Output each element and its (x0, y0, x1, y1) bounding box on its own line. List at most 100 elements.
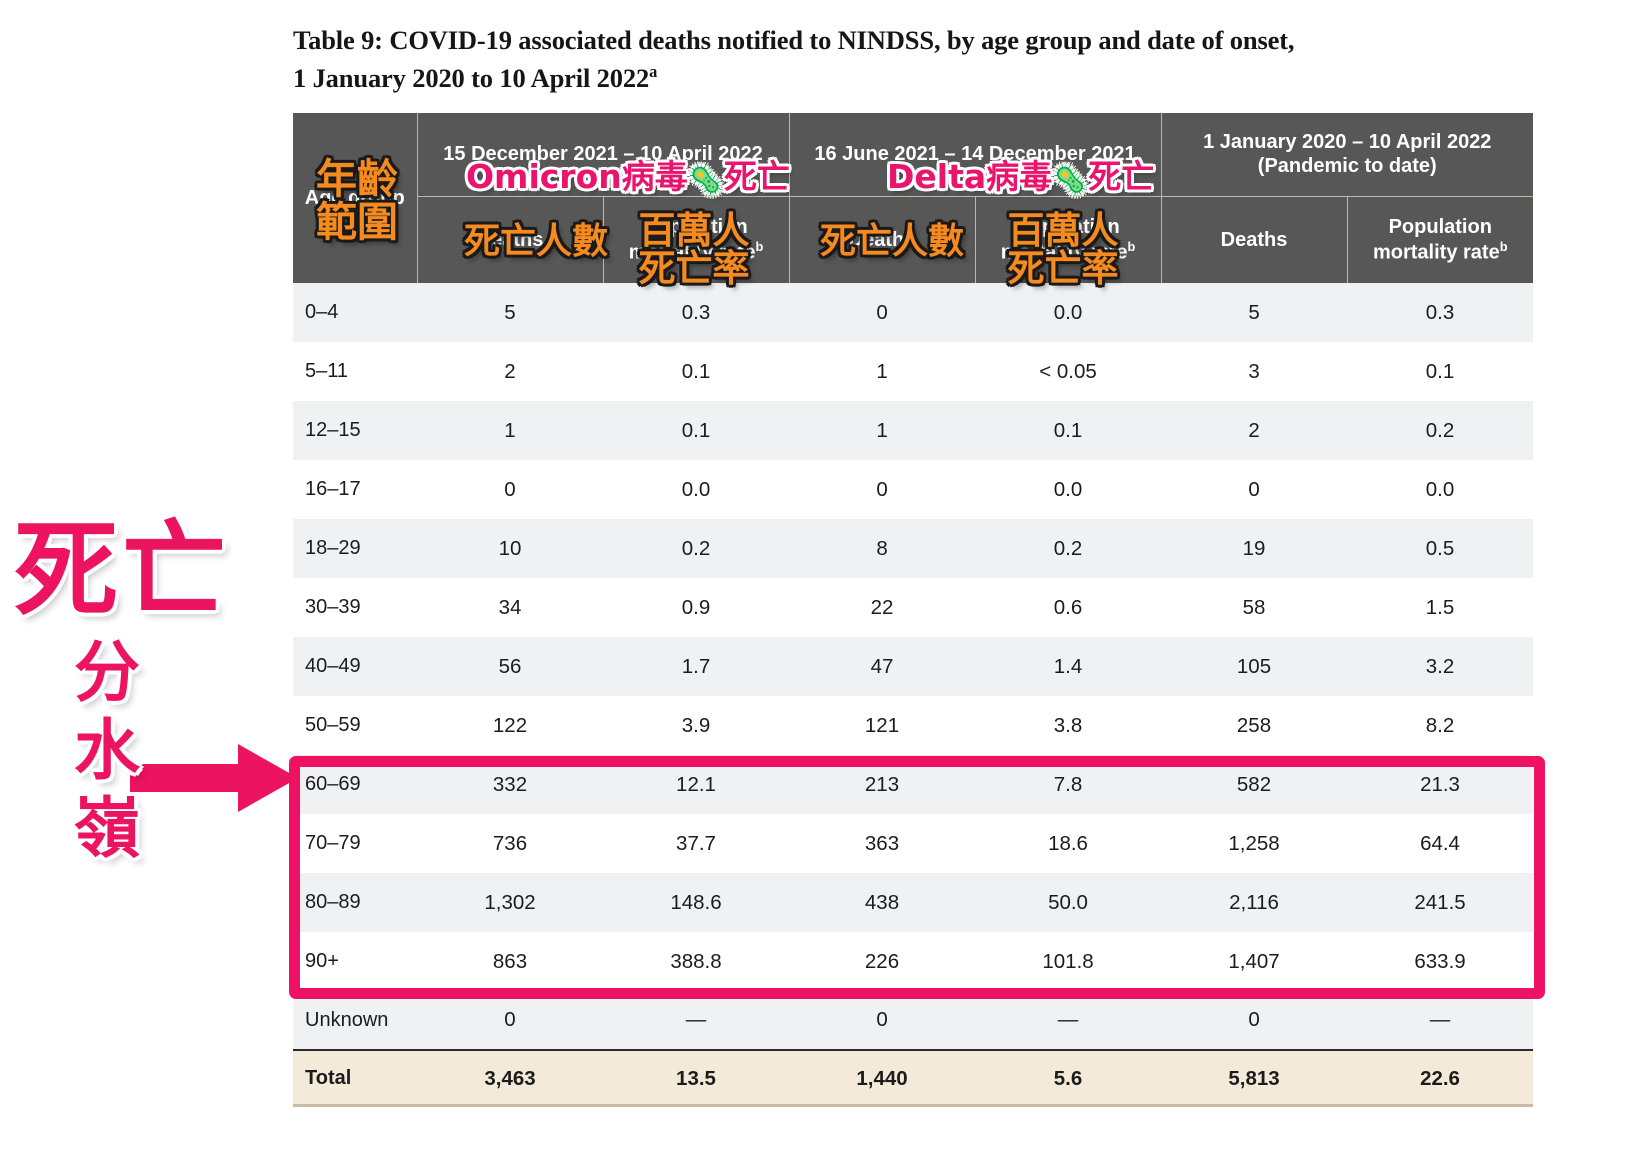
row-age-label: 0–4 (293, 283, 417, 342)
cell-omicron_rate: 148.6 (603, 873, 790, 932)
cell-omicron_rate: 0.2 (603, 519, 790, 578)
annotation-delta-death-label: 死亡 (1088, 157, 1155, 196)
cell-delta_deaths: 1 (789, 342, 976, 401)
cell-delta_deaths: 0 (789, 991, 976, 1050)
cell-omicron_rate: 0.3 (603, 283, 790, 342)
cell-total_rate: 241.5 (1347, 873, 1534, 932)
cell-delta_deaths: 0 (789, 460, 976, 519)
row-age-label: 60–69 (293, 755, 417, 814)
header-total-deaths: Deaths (1161, 195, 1348, 283)
table-row: 30–39 34 0.9 22 0.6 58 1.5 (293, 578, 1534, 637)
annotation-watershed-title: 死亡 (14, 509, 231, 631)
table-row: 40–49 56 1.7 47 1.4 105 3.2 (293, 637, 1534, 696)
row-age-label: 18–29 (293, 519, 417, 578)
total-omicron_rate: 13.5 (603, 1049, 790, 1106)
cell-omicron_deaths: 0 (417, 991, 603, 1050)
cell-total_rate: 0.0 (1347, 460, 1534, 519)
cell-delta_deaths: 8 (789, 519, 976, 578)
annotation-age-range-line-1: 年齡 (316, 155, 398, 203)
cell-total_rate: 0.5 (1347, 519, 1534, 578)
cell-total_deaths: 0 (1161, 460, 1348, 519)
annotation-delta-deaths: 死亡人數 (820, 221, 965, 262)
table-row: 5–11 2 0.1 1 < 0.05 3 0.1 (293, 342, 1534, 401)
total-omicron_deaths: 3,463 (417, 1049, 603, 1106)
cell-omicron_deaths: 56 (417, 637, 603, 696)
cell-omicron_rate: 0.9 (603, 578, 790, 637)
table-bottom-rule (293, 1104, 1533, 1107)
cell-delta_deaths: 438 (789, 873, 976, 932)
table-body: 0–4 5 0.3 0 0.0 5 0.3 5–11 2 0.1 1 < 0.05 3 0.1 12–15 1… (293, 283, 1534, 1106)
cell-total_deaths: 258 (1161, 696, 1348, 755)
header-period-pandemic-subtitle: (Pandemic to date) (1257, 155, 1437, 178)
cell-total_deaths: 2 (1161, 401, 1348, 460)
cell-delta_deaths: 213 (789, 755, 976, 814)
cell-delta_deaths: 0 (789, 283, 976, 342)
cell-omicron_deaths: 0 (417, 460, 603, 519)
cell-total_rate: 8.2 (1347, 696, 1534, 755)
annotation-delta-rate: 百萬人死亡率 (1007, 209, 1119, 290)
virus-icon-2: 🦠 (1052, 163, 1089, 197)
cell-total_deaths: 3 (1161, 342, 1348, 401)
cell-total_rate: 3.2 (1347, 637, 1534, 696)
row-age-label: 5–11 (293, 342, 417, 401)
cell-delta_rate: 3.8 (975, 696, 1162, 755)
cell-total_rate: 0.1 (1347, 342, 1534, 401)
row-age-label: 16–17 (293, 460, 417, 519)
annotation-watershed-char-1: 分 (74, 634, 140, 711)
cell-total_deaths: 1,258 (1161, 814, 1348, 873)
row-age-label: 30–39 (293, 578, 417, 637)
cell-total_rate: 633.9 (1347, 932, 1534, 991)
table-row: 90+ 863 388.8 226 101.8 1,407 633.9 (293, 932, 1534, 991)
row-age-label: 70–79 (293, 814, 417, 873)
cell-delta_rate: 101.8 (975, 932, 1162, 991)
cell-delta_rate: 0.0 (975, 460, 1162, 519)
cell-delta_rate: 0.1 (975, 401, 1162, 460)
cell-omicron_rate: 0.1 (603, 401, 790, 460)
table-caption: Table 9: COVID-19 associated deaths noti… (293, 22, 1493, 97)
total-total_deaths: 5,813 (1161, 1049, 1348, 1106)
cell-total_rate: 0.2 (1347, 401, 1534, 460)
cell-delta_deaths: 47 (789, 637, 976, 696)
cell-omicron_rate: 12.1 (603, 755, 790, 814)
cell-omicron_deaths: 34 (417, 578, 603, 637)
cell-omicron_deaths: 863 (417, 932, 603, 991)
virus-icon: 🦠 (687, 163, 724, 197)
annotation-watershed-char-2: 水 (74, 712, 140, 789)
cell-delta_deaths: 121 (789, 696, 976, 755)
cell-delta_rate: < 0.05 (975, 342, 1162, 401)
cell-total_rate: 21.3 (1347, 755, 1534, 814)
row-age-label: 50–59 (293, 696, 417, 755)
cell-omicron_deaths: 10 (417, 519, 603, 578)
row-age-label: 90+ (293, 932, 417, 991)
cell-total_rate: 1.5 (1347, 578, 1534, 637)
cell-delta_deaths: 226 (789, 932, 976, 991)
cell-omicron_rate: 37.7 (603, 814, 790, 873)
cell-delta_deaths: 22 (789, 578, 976, 637)
total-delta_deaths: 1,440 (789, 1049, 976, 1106)
cell-omicron_rate: 0.0 (603, 460, 790, 519)
table-row: 0–4 5 0.3 0 0.0 5 0.3 (293, 283, 1534, 342)
table-row: 16–17 0 0.0 0 0.0 0 0.0 (293, 460, 1534, 519)
cell-total_deaths: 1,407 (1161, 932, 1348, 991)
cell-delta_deaths: 1 (789, 401, 976, 460)
cell-delta_rate: 0.6 (975, 578, 1162, 637)
header-period-pandemic-dates: 1 January 2020 – 10 April 2022 (1203, 130, 1492, 153)
cell-omicron_deaths: 2 (417, 342, 603, 401)
row-age-label: 40–49 (293, 637, 417, 696)
cell-omicron_rate: 1.7 (603, 637, 790, 696)
caption-line-1: Table 9: COVID-19 associated deaths noti… (293, 25, 1295, 55)
pointer-arrow-icon (130, 744, 298, 812)
annotation-delta-title: Delta病毒🦠死亡 (887, 160, 1154, 195)
cell-omicron_rate: 3.9 (603, 696, 790, 755)
annotation-age-range-line-2: 範圍 (316, 197, 398, 246)
table-row: 50–59 122 3.9 121 3.8 258 8.2 (293, 696, 1534, 755)
table-row: 18–29 10 0.2 8 0.2 19 0.5 (293, 519, 1534, 578)
annotation-delta-label: Delta病毒 (887, 157, 1053, 196)
cell-delta_rate: 0.0 (975, 283, 1162, 342)
cell-total_deaths: 582 (1161, 755, 1348, 814)
cell-total_rate: — (1347, 991, 1534, 1050)
cell-delta_rate: 1.4 (975, 637, 1162, 696)
header-total-rate: Population mortality rateb (1347, 195, 1534, 283)
annotation-omicron-death-label: 死亡 (723, 157, 790, 196)
row-age-label: Unknown (293, 991, 417, 1050)
